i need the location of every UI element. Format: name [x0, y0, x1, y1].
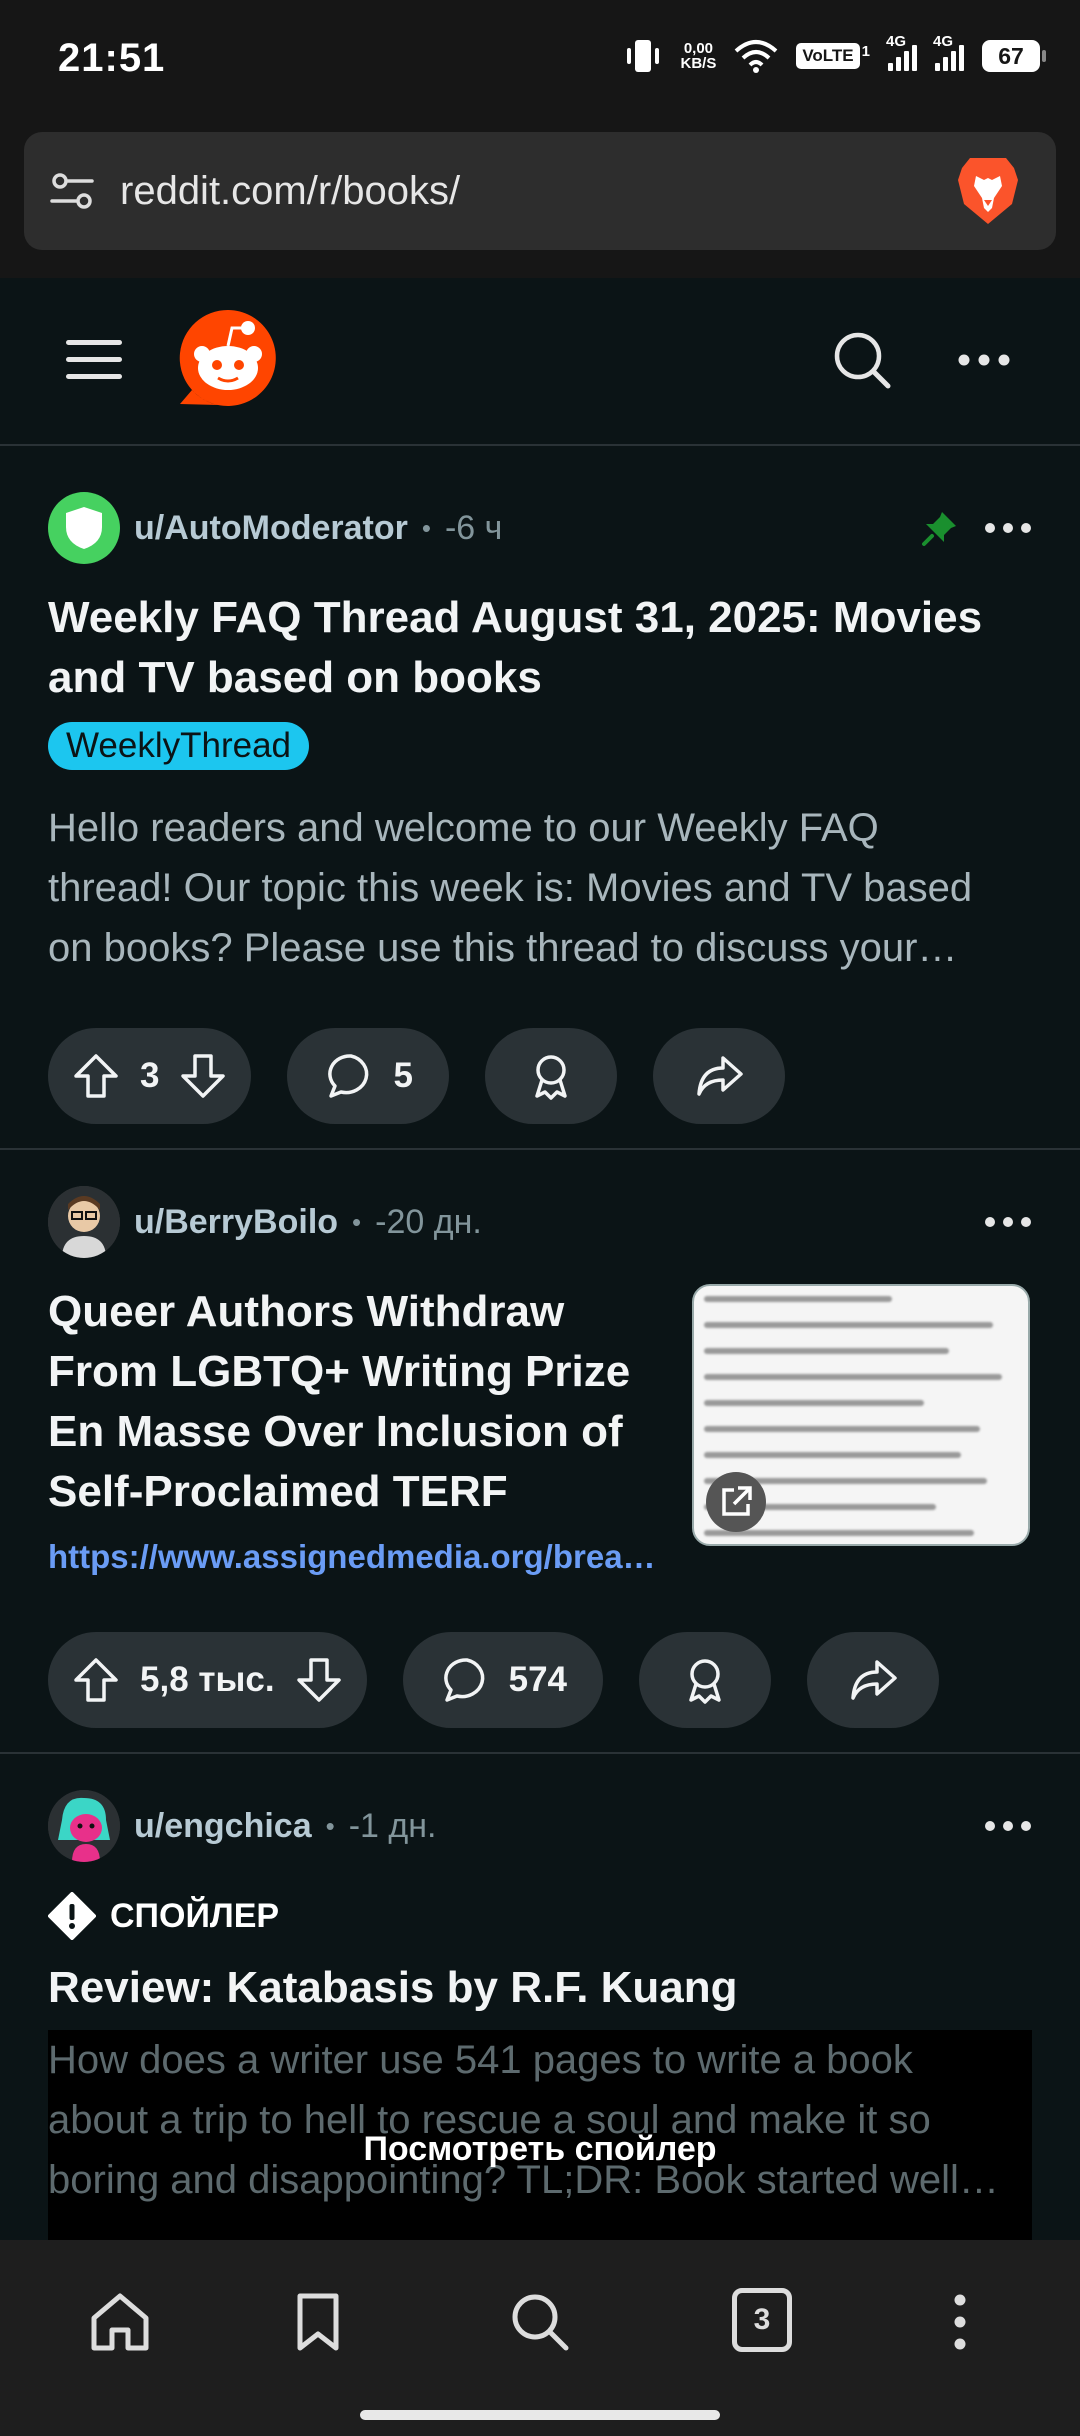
post-title[interactable]: Queer Authors Withdraw From LGBTQ+ Writi… — [48, 1282, 678, 1522]
author-name[interactable]: u/AutoModerator — [134, 509, 408, 548]
separator-dot: • — [421, 512, 431, 543]
post-title[interactable]: Review: Katabasis by R.F. Kuang — [48, 1958, 738, 2018]
post-title[interactable]: Weekly FAQ Thread August 31, 2025: Movie… — [48, 588, 982, 708]
comments-button[interactable]: 5 — [287, 1028, 449, 1124]
bookmark-icon[interactable] — [286, 2290, 350, 2354]
wifi-icon — [735, 40, 778, 73]
separator-dot: • — [325, 1810, 335, 1841]
share-icon — [697, 1056, 743, 1096]
downvote-icon[interactable] — [179, 1052, 227, 1100]
spoiler-overlay[interactable]: How does a writer use 541 pages to write… — [48, 2030, 1032, 2240]
status-icons: 0,00 KB/S VoLTE 1 4G 4G 67 — [623, 33, 1046, 78]
post-flair[interactable]: WeeklyThread — [48, 722, 310, 770]
reveal-spoiler-button[interactable]: Посмотреть спойлер — [48, 2130, 1032, 2169]
link-thumbnail[interactable] — [692, 1284, 1030, 1546]
home-icon[interactable] — [88, 2290, 152, 2354]
post-time: -1 дн. — [348, 1806, 437, 1845]
net-speed: 0,00 KB/S — [680, 40, 717, 72]
battery-icon: 67 — [982, 40, 1046, 72]
reddit-logo[interactable] — [178, 308, 278, 408]
post-time: -6 ч — [444, 508, 503, 547]
post-divider — [0, 1148, 1080, 1150]
tabs-icon[interactable]: 3 — [732, 2288, 792, 2352]
spoiler-warning-icon — [48, 1892, 96, 1940]
vote-pill: 5,8 тыс. — [48, 1632, 367, 1728]
share-button[interactable] — [652, 1028, 785, 1124]
share-icon — [851, 1660, 897, 1700]
avatar[interactable] — [48, 1790, 120, 1862]
author-name[interactable]: u/BerryBoilo — [134, 1203, 338, 1242]
upvote-icon[interactable] — [72, 1656, 120, 1704]
tune-icon[interactable] — [48, 167, 96, 215]
post-meta: u/engchica • -1 дн. — [48, 1790, 436, 1862]
volte-badge: VoLTE — [796, 43, 860, 69]
comment-icon — [443, 1658, 484, 1702]
post-body[interactable]: Hello readers and welcome to our Weekly … — [48, 798, 1032, 978]
post-meta: u/AutoModerator • -6 ч — [48, 492, 502, 564]
user-avatar-icon — [48, 1186, 120, 1258]
separator-dot: • — [352, 1206, 362, 1237]
award-button[interactable] — [639, 1632, 772, 1728]
browser-toolbar: reddit.com/r/books/ — [0, 118, 1080, 278]
spoiler-tag: СПОЙЛЕР — [48, 1892, 279, 1940]
search-icon[interactable] — [832, 330, 892, 390]
post-time: -20 дн. — [375, 1202, 482, 1241]
post-divider — [0, 1752, 1080, 1754]
spoiler-body: How does a writer use 541 pages to write… — [48, 2038, 999, 2202]
snoo-avatar-icon — [48, 1790, 120, 1862]
status-bar: 21:51 0,00 KB/S VoLTE 1 4G 4G 67 — [0, 0, 1080, 118]
menu-dots-icon[interactable] — [928, 2290, 992, 2354]
avatar[interactable] — [48, 492, 120, 564]
shield-icon — [66, 507, 102, 549]
pin-icon — [922, 512, 956, 546]
home-indicator[interactable] — [360, 2410, 720, 2420]
browser-bottom-nav: 3 — [0, 2240, 1080, 2436]
vibrate-icon — [626, 40, 659, 72]
award-button[interactable] — [484, 1028, 617, 1124]
author-name[interactable]: u/engchica — [134, 1807, 312, 1846]
spoiler-label: СПОЙЛЕР — [110, 1896, 280, 1935]
post-actions: 5,8 тыс. 574 — [48, 1632, 940, 1728]
vote-pill: 3 — [48, 1028, 252, 1124]
comment-icon — [328, 1054, 369, 1098]
brave-lion-icon[interactable] — [956, 154, 1020, 228]
avatar[interactable] — [48, 1186, 120, 1258]
reddit-header — [0, 278, 1080, 446]
search-icon[interactable] — [508, 2290, 572, 2354]
signal-2-icon: 4G — [933, 33, 964, 71]
post-more-icon[interactable] — [984, 518, 1032, 538]
post-more-icon[interactable] — [984, 1212, 1032, 1232]
post-link[interactable]: https://www.assignedmedia.org/brea… — [48, 1538, 676, 1576]
url-text[interactable]: reddit.com/r/books/ — [120, 169, 460, 214]
vote-count: 3 — [140, 1056, 160, 1095]
comment-count: 5 — [393, 1056, 413, 1095]
comment-count: 574 — [508, 1660, 568, 1699]
more-icon[interactable] — [956, 340, 1012, 380]
vote-count: 5,8 тыс. — [140, 1660, 275, 1699]
share-button[interactable] — [807, 1632, 940, 1728]
award-icon — [535, 1055, 567, 1100]
hamburger-menu-icon[interactable] — [66, 338, 122, 382]
signal-1-icon: 4G — [886, 33, 917, 71]
address-bar[interactable]: reddit.com/r/books/ — [24, 132, 1056, 250]
post-more-icon[interactable] — [984, 1816, 1032, 1836]
downvote-icon[interactable] — [295, 1656, 343, 1704]
post-actions: 3 5 — [48, 1028, 785, 1124]
external-link-icon — [706, 1472, 766, 1532]
award-icon — [689, 1659, 721, 1704]
upvote-icon[interactable] — [72, 1052, 120, 1100]
status-time: 21:51 — [58, 36, 166, 80]
post-meta: u/BerryBoilo • -20 дн. — [48, 1186, 482, 1258]
comments-button[interactable]: 574 — [402, 1632, 604, 1728]
